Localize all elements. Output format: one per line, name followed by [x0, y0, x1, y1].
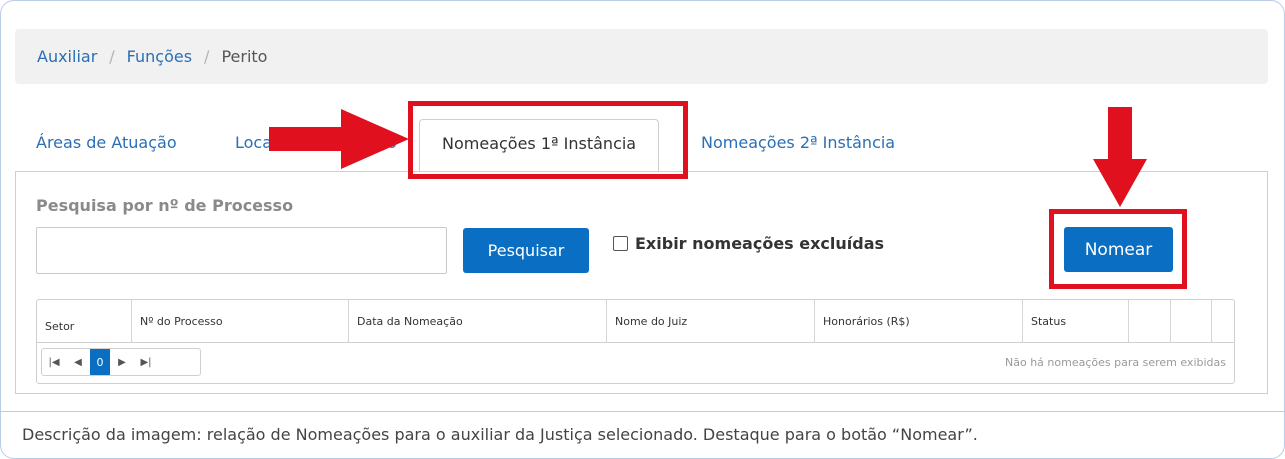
show-deleted-toggle[interactable]: Exibir nomeações excluídas: [613, 234, 884, 253]
column-header[interactable]: Setor: [37, 300, 132, 342]
tab-areas-atuacao[interactable]: Áreas de Atuação: [36, 121, 177, 165]
search-label: Pesquisa por nº de Processo: [36, 196, 294, 215]
prev-page-icon[interactable]: ◀: [66, 349, 90, 375]
page-number[interactable]: 0: [90, 349, 110, 375]
column-header[interactable]: Honorários (R$): [815, 300, 1023, 342]
column-header[interactable]: Nome do Juiz: [607, 300, 815, 342]
image-caption: Descrição da imagem: relação de Nomeaçõe…: [22, 425, 978, 444]
column-header-label: Status: [1031, 315, 1067, 328]
column-header-label: Nº do Processo: [140, 315, 223, 328]
pager: |◀ ◀ 0 ▶ ▶|: [41, 348, 201, 376]
red-arrow-icon: [1093, 107, 1147, 207]
column-header-label: Nome do Juiz: [615, 315, 688, 328]
highlight-box-tab: [408, 101, 688, 179]
show-deleted-label: Exibir nomeações excluídas: [635, 234, 885, 253]
empty-message: Não há nomeações para serem exibidas: [1005, 356, 1226, 369]
search-button[interactable]: Pesquisar: [463, 228, 589, 273]
highlight-box-nomear: [1049, 209, 1187, 289]
breadcrumb: Auxiliar / Funções / Perito: [15, 29, 1268, 84]
breadcrumb-auxiliar[interactable]: Auxiliar: [37, 47, 97, 66]
column-header[interactable]: Nº do Processo: [132, 300, 349, 342]
column-header-empty: [1212, 300, 1234, 342]
column-header-empty: [1129, 300, 1171, 342]
column-header[interactable]: Data da Nomeação: [349, 300, 607, 342]
caption-divider: [1, 411, 1284, 412]
tab-localizacao[interactable]: Loca: [235, 121, 272, 165]
column-header-label: Honorários (R$): [823, 315, 910, 328]
red-arrow-icon: [269, 109, 409, 169]
column-header-label: Data da Nomeação: [357, 315, 463, 328]
next-page-icon[interactable]: ▶: [110, 349, 134, 375]
last-page-icon[interactable]: ▶|: [134, 349, 158, 375]
column-header-empty: [1171, 300, 1212, 342]
tab-nomeacoes-2-instancia[interactable]: Nomeações 2ª Instância: [701, 121, 895, 165]
breadcrumb-separator: /: [204, 47, 210, 66]
breadcrumb-current: Perito: [221, 47, 268, 66]
nomeacoes-table: Setor Nº do Processo Data da Nomeação No…: [36, 299, 1235, 384]
first-page-icon[interactable]: |◀: [42, 349, 66, 375]
breadcrumb-separator: /: [109, 47, 115, 66]
show-deleted-checkbox[interactable]: [613, 236, 628, 251]
process-search-input[interactable]: [36, 227, 447, 274]
column-header[interactable]: Status: [1023, 300, 1129, 342]
breadcrumb-funcoes[interactable]: Funções: [127, 47, 192, 66]
table-header: Setor Nº do Processo Data da Nomeação No…: [37, 300, 1234, 343]
content-frame: Auxiliar / Funções / Perito Áreas de Atu…: [0, 0, 1285, 459]
column-header-label: Setor: [45, 320, 75, 333]
